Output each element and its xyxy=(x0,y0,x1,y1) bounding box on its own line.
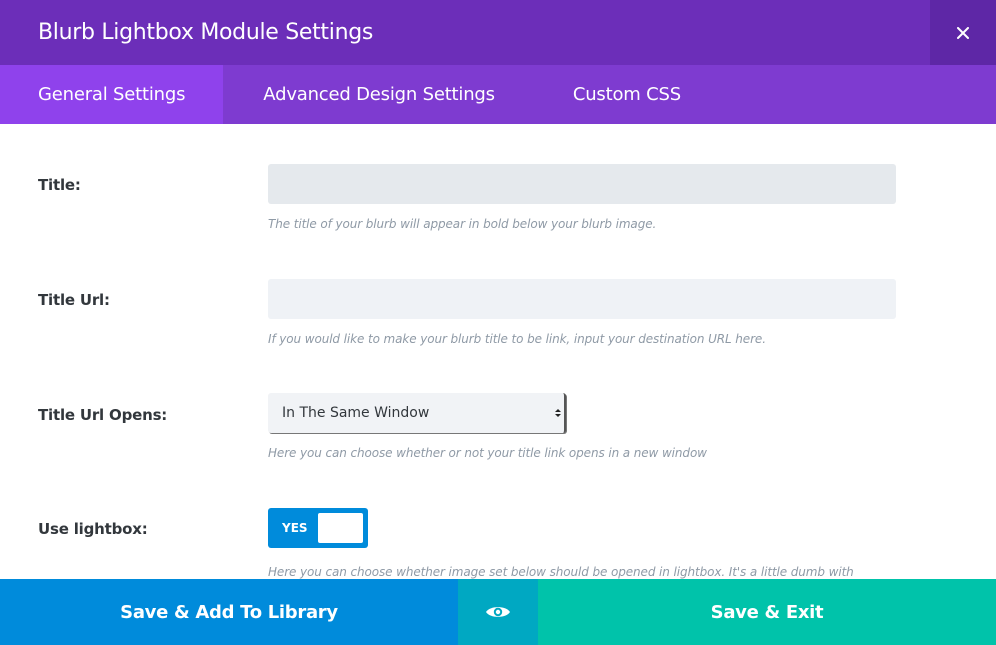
tab-custom-css[interactable]: Custom CSS xyxy=(535,65,719,124)
close-icon xyxy=(957,26,969,39)
save-add-to-library-button[interactable]: Save & Add To Library xyxy=(0,579,458,645)
eye-icon xyxy=(486,607,510,617)
select-arrows-icon xyxy=(555,393,561,433)
title-url-opens-selected: In The Same Window xyxy=(282,405,430,421)
title-input[interactable] xyxy=(268,164,896,204)
settings-content: Title: The title of your blurb will appe… xyxy=(0,124,996,579)
title-help-text: The title of your blurb will appear in b… xyxy=(268,217,657,231)
title-url-opens-select[interactable]: In The Same Window xyxy=(268,393,566,433)
use-lightbox-help-text: Here you can choose whether image set be… xyxy=(268,565,854,579)
toggle-knob xyxy=(318,513,363,543)
close-button[interactable] xyxy=(930,0,996,65)
tab-advanced-design-settings[interactable]: Advanced Design Settings xyxy=(223,65,535,124)
use-lightbox-toggle[interactable]: YES xyxy=(268,508,368,548)
save-exit-button[interactable]: Save & Exit xyxy=(538,579,996,645)
modal-title: Blurb Lightbox Module Settings xyxy=(38,20,374,45)
modal-header: Blurb Lightbox Module Settings xyxy=(0,0,996,65)
modal-footer: Save & Add To Library Save & Exit xyxy=(0,579,996,645)
toggle-yes-label: YES xyxy=(282,521,308,535)
title-label: Title: xyxy=(38,176,81,194)
title-url-label: Title Url: xyxy=(38,291,110,309)
title-url-opens-help-text: Here you can choose whether or not your … xyxy=(268,446,707,460)
title-url-help-text: If you would like to make your blurb tit… xyxy=(268,332,766,346)
settings-tabs: General Settings Advanced Design Setting… xyxy=(0,65,996,124)
tab-general-settings[interactable]: General Settings xyxy=(0,65,224,124)
title-url-opens-label: Title Url Opens: xyxy=(38,406,168,424)
title-url-input[interactable] xyxy=(268,279,896,319)
preview-button[interactable] xyxy=(458,579,538,645)
use-lightbox-label: Use lightbox: xyxy=(38,520,148,538)
